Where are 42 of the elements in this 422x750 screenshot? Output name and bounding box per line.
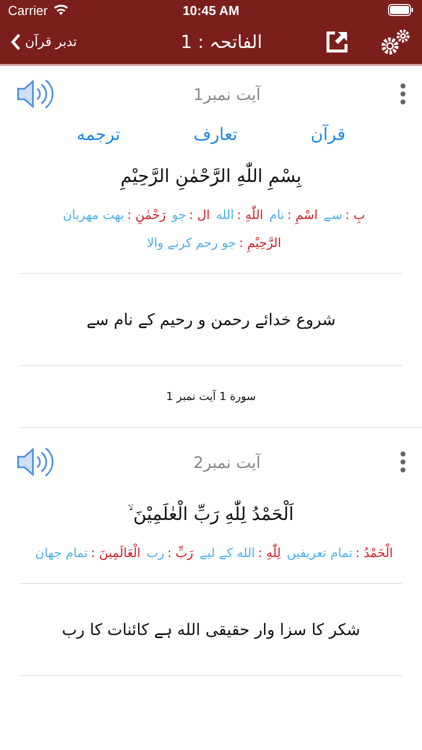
arabic-word: الْعَالَمِينَ : xyxy=(90,545,141,560)
arabic-verse: اَلْحَمْدُ لِلّٰهِ رَبِّ الْعٰلَمِیْنَ ۙ xyxy=(20,488,402,535)
tab[interactable]: قرآن xyxy=(304,124,352,146)
arabic-word: لِلّٰهِ : xyxy=(258,545,281,560)
word-meaning: جو رحم کرنے والا xyxy=(146,235,236,250)
back-button[interactable]: تدبر قرآن xyxy=(10,33,77,51)
share-icon[interactable] xyxy=(326,31,348,53)
surah-title: الفاتحہ : 1 xyxy=(180,31,264,53)
word-meaning: تمام تعریفیں xyxy=(286,545,353,560)
more-icon[interactable] xyxy=(400,451,406,473)
arabic-word: بِ : xyxy=(345,207,366,222)
arabic-word: ال : xyxy=(189,207,210,222)
chevron-left-icon xyxy=(10,33,21,51)
arabic-word: الْحَمْدُ : xyxy=(356,545,393,560)
more-icon[interactable] xyxy=(400,83,406,105)
verse-number: آیت نمبر2 xyxy=(192,452,262,472)
speaker-icon[interactable] xyxy=(16,78,54,110)
arabic-word: رَحْمٰنِ : xyxy=(127,207,166,222)
word-meaning: سے xyxy=(324,207,342,222)
battery-icon xyxy=(388,4,414,16)
word-meaning: تمام جهان xyxy=(35,545,88,560)
word-meaning: بهت مهربان xyxy=(62,207,124,222)
wifi-icon xyxy=(52,4,69,16)
arabic-word: اسْمِ : xyxy=(287,207,318,222)
word-meaning: الله کے لیے xyxy=(199,545,255,560)
word-meaning: نام xyxy=(269,207,284,222)
translation-text: شکر کا سزا وار حقیقی الله ہے کائنات کا رب xyxy=(60,619,362,641)
arabic-word: اللّٰهِ : xyxy=(236,207,264,222)
speaker-icon[interactable] xyxy=(16,446,54,478)
carrier-label: Carrier xyxy=(8,2,48,18)
tab[interactable]: تعارف xyxy=(187,124,244,146)
translation-text: شروع خدائے رحمن و رحیم کے نام سے xyxy=(85,309,337,331)
word-meaning: الله xyxy=(216,207,234,222)
verse-reference: سورة 1 آیت نمبر 1 xyxy=(165,388,257,405)
word-meaning: جو xyxy=(172,207,186,222)
word-meaning: رب xyxy=(146,545,164,560)
tab[interactable]: ترجمه xyxy=(70,124,126,146)
status-time: 10:45 AM xyxy=(182,2,240,18)
arabic-word: الرَّحِیْمِ : xyxy=(238,235,282,250)
verse-number: آیت نمبر1 xyxy=(192,84,262,104)
arabic-verse: بِسْمِ اللّٰهِ الرَّحْمٰنِ الرَّحِیْمِ xyxy=(20,150,402,197)
arabic-word: رَبِّ : xyxy=(167,545,194,560)
